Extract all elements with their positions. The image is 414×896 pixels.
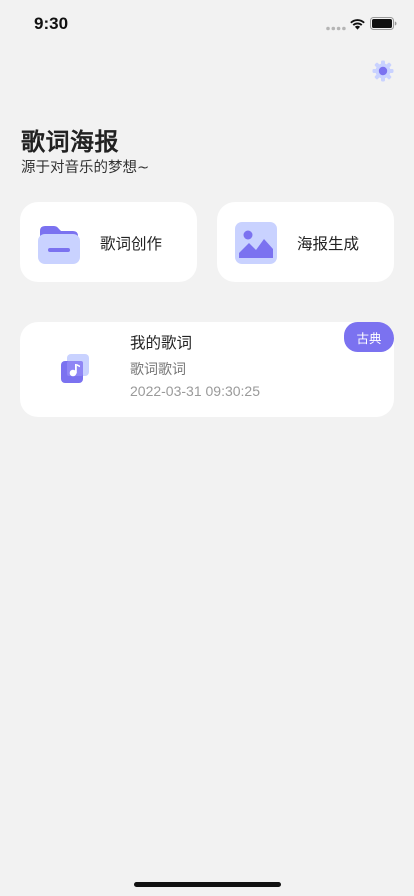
- song-title: 我的歌词: [130, 334, 193, 352]
- poster-generate-label: 海报生成: [297, 235, 360, 253]
- lyrics-create-card[interactable]: 歌词创作: [20, 202, 197, 282]
- song-card[interactable]: 我的歌词 歌词歌词 2022-03-31 09:30:25 古典: [20, 322, 394, 417]
- gear-icon: [372, 60, 394, 82]
- music-note-icon: [61, 354, 89, 383]
- cellular-icon: [326, 26, 346, 31]
- image-icon: [235, 222, 277, 264]
- home-indicator[interactable]: [134, 882, 281, 887]
- page-title: 歌词海报: [21, 128, 119, 156]
- wifi-icon: [350, 19, 365, 30]
- lyrics-create-label: 歌词创作: [100, 235, 163, 253]
- folder-icon: [38, 226, 80, 264]
- page-subtitle: 源于对音乐的梦想~: [21, 160, 150, 176]
- poster-generate-card[interactable]: 海报生成: [217, 202, 394, 282]
- song-timestamp: 2022-03-31 09:30:25: [130, 383, 260, 399]
- settings-button[interactable]: [370, 58, 396, 84]
- status-time: 9:30: [34, 14, 69, 33]
- genre-badge: 古典: [344, 322, 394, 352]
- battery-icon: [370, 17, 397, 30]
- song-subtitle: 歌词歌词: [130, 362, 186, 378]
- status-bar: 9:30: [0, 0, 414, 48]
- app-screen: 9:30 歌词海报 源于对音乐的梦想~ 歌词创作 海报生成 我的歌词 歌词歌词 …: [0, 0, 414, 896]
